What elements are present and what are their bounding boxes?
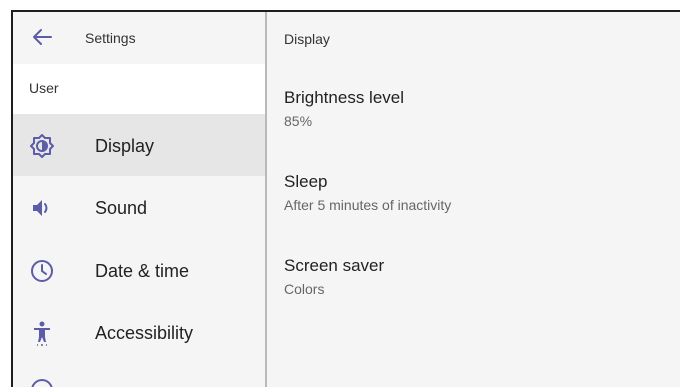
content-pane: Display Brightness level 85% Sleep After… (267, 12, 680, 387)
sidebar-item-display[interactable]: Display (13, 114, 265, 176)
page-title: Settings (85, 30, 136, 46)
sidebar-item-label: Accessibility (95, 323, 194, 343)
sidebar-item-date-time[interactable]: Date & time (13, 239, 265, 301)
user-section-header: User (13, 64, 265, 114)
partial-icon (29, 377, 55, 387)
pref-title: Sleep (284, 172, 328, 191)
arrow-left-icon (33, 29, 52, 45)
pref-summary: After 5 minutes of inactivity (284, 197, 452, 213)
accessibility-icon (29, 320, 55, 346)
back-button[interactable] (27, 24, 57, 50)
sidebar-item-label: Sound (95, 198, 148, 218)
sidebar: Settings User Display Sound Date & time … (13, 12, 265, 387)
sidebar-item-sound[interactable]: Sound (13, 176, 265, 238)
sidebar-item-label: Display (95, 136, 155, 156)
volume-icon (29, 195, 55, 221)
sidebar-item-label: Date & time (95, 261, 190, 281)
brightness-icon (29, 133, 55, 159)
section-label-user: User (29, 80, 59, 96)
content-title: Display (284, 31, 330, 47)
pref-summary: Colors (284, 281, 325, 297)
pref-title: Brightness level (284, 88, 405, 107)
pref-title: Screen saver (284, 256, 385, 275)
pref-summary: 85% (284, 113, 313, 129)
sidebar-header: Settings (13, 12, 265, 64)
sidebar-item-accessibility[interactable]: Accessibility (13, 301, 265, 363)
clock-icon (29, 258, 55, 284)
pref-brightness-level[interactable]: Brightness level 85% (284, 88, 664, 152)
pref-screen-saver[interactable]: Screen saver Colors (284, 256, 664, 320)
pref-sleep[interactable]: Sleep After 5 minutes of inactivity (284, 172, 664, 236)
settings-window: Settings User Display Sound Date & time … (11, 10, 680, 387)
